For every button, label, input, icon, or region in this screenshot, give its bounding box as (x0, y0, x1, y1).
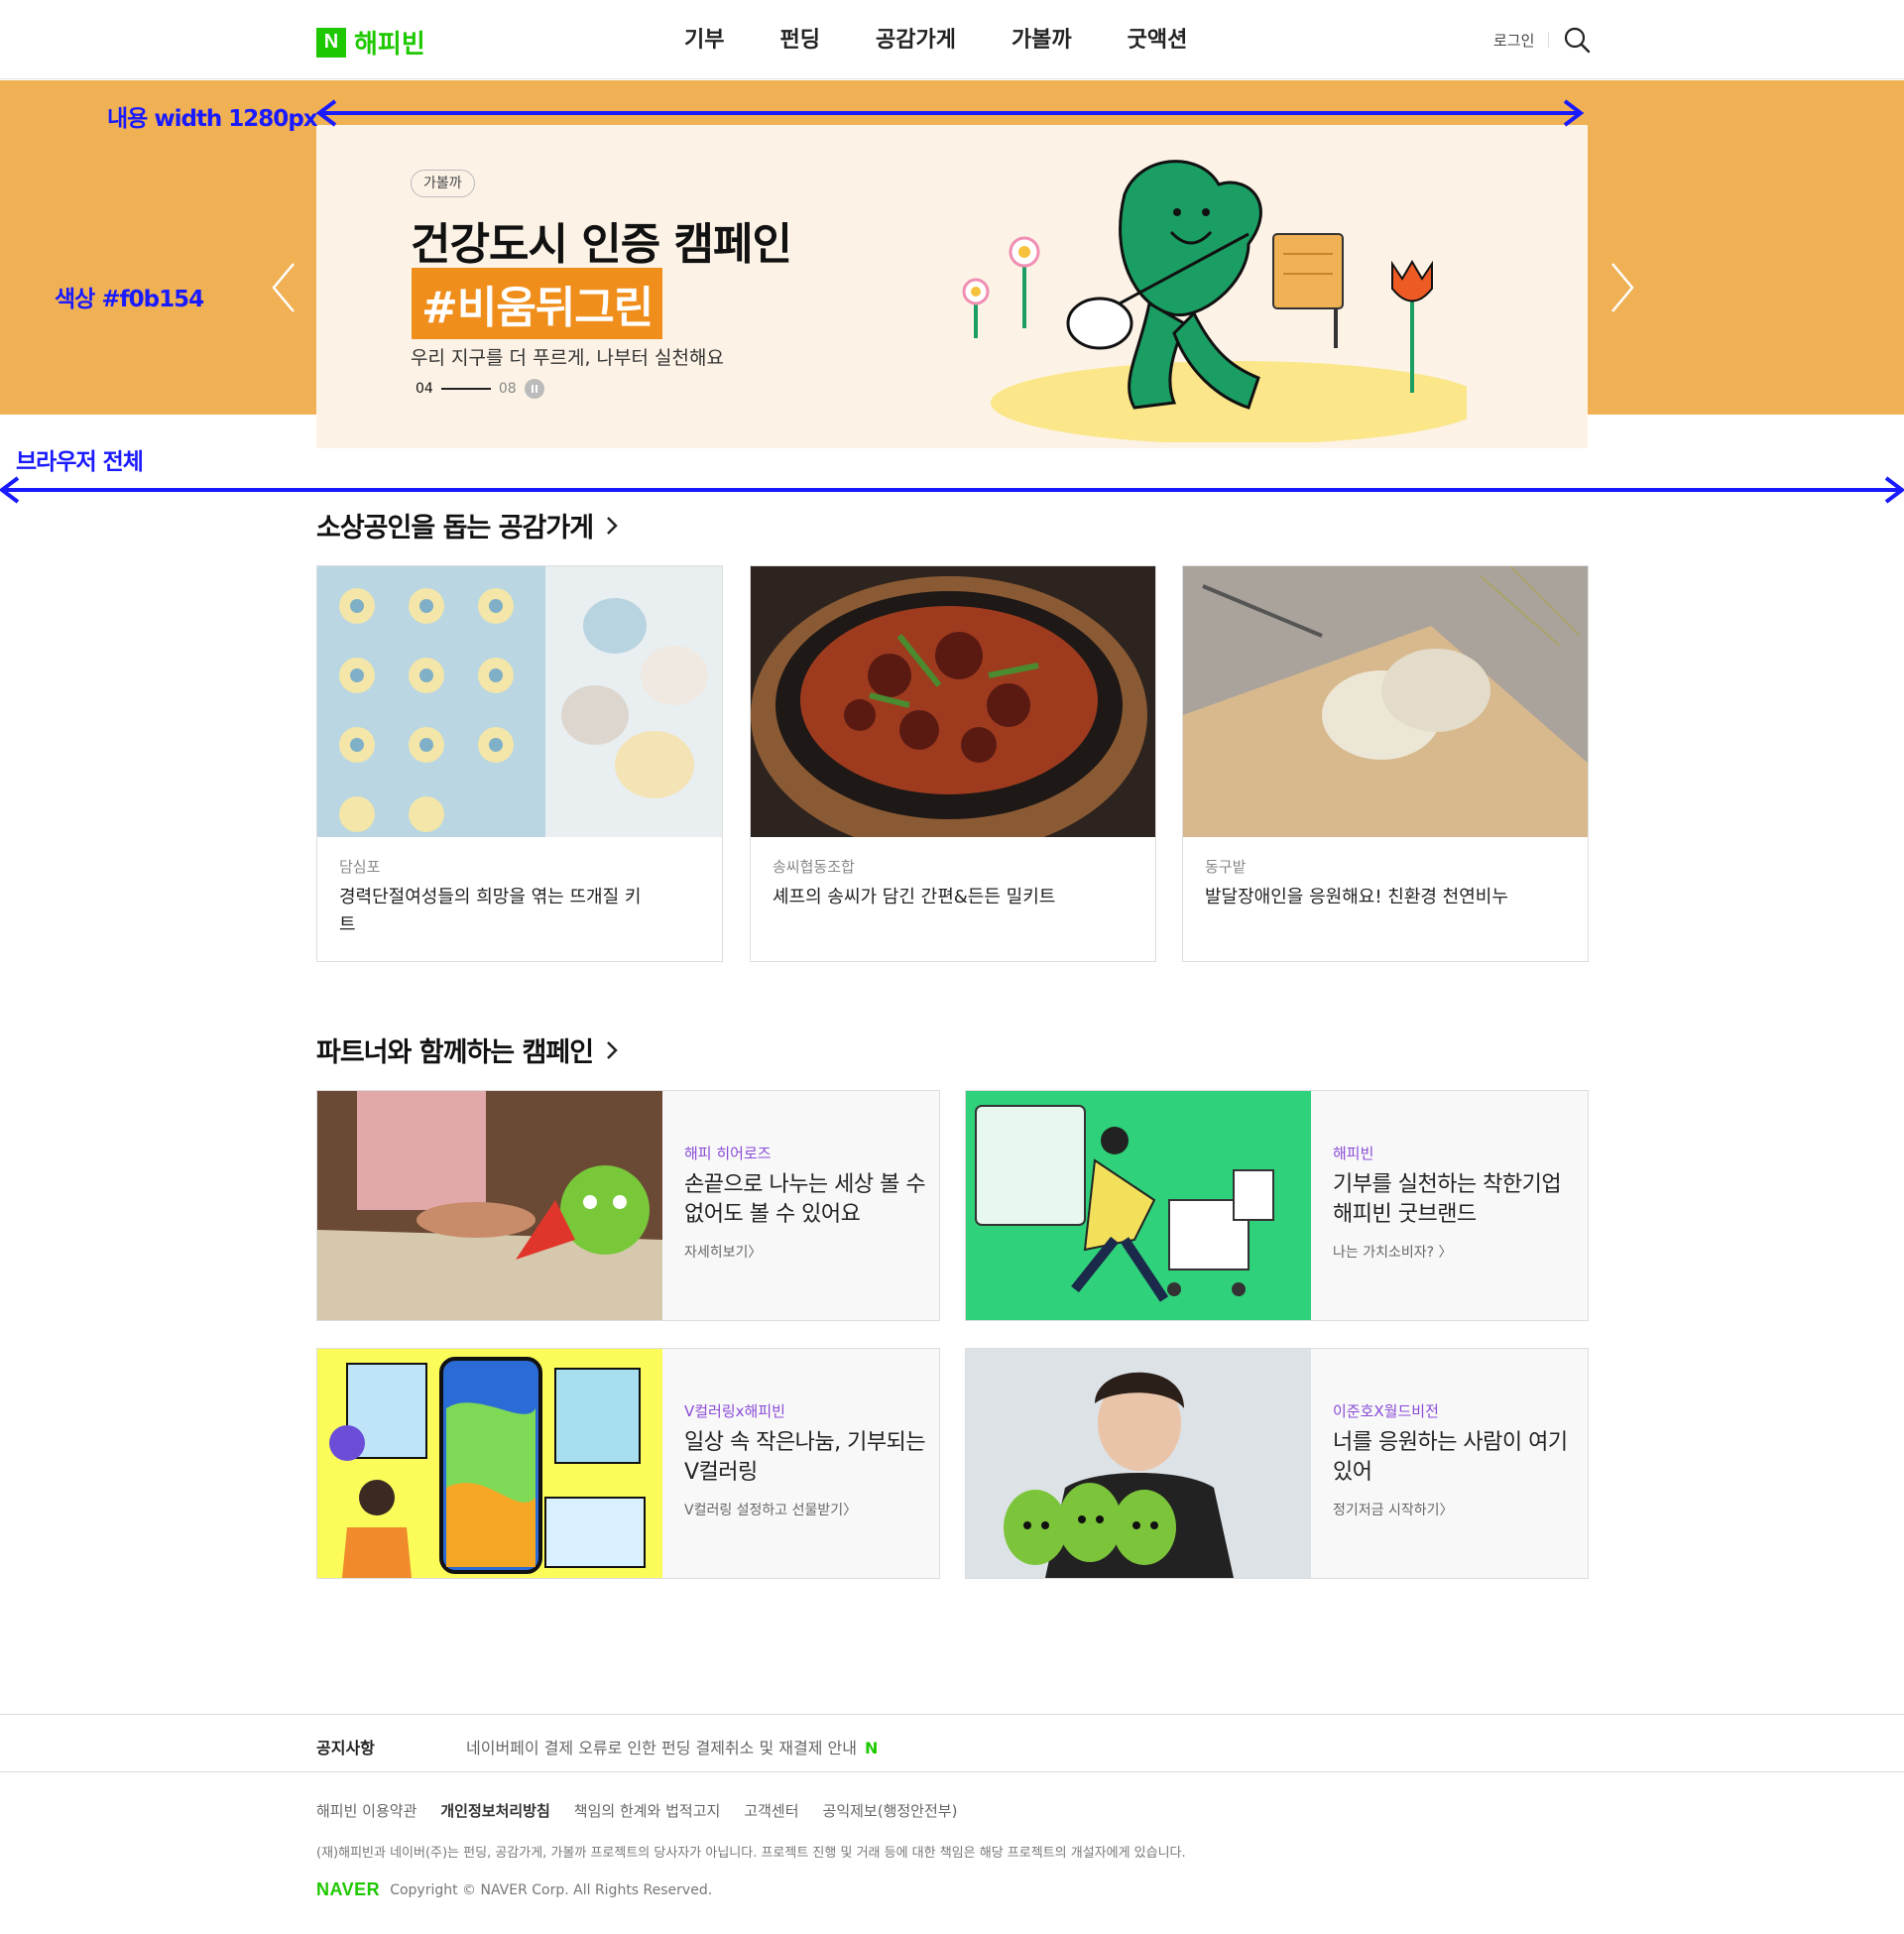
divider (1548, 32, 1550, 48)
new-badge: N (864, 1739, 879, 1757)
footer-links: 해피빈 이용약관 개인정보처리방침 책임의 한계와 법적고지 고객센터 공익제보… (316, 1800, 981, 1821)
store-card[interactable]: 동구밭 발달장애인을 응원해요! 친환경 천연비누 (1182, 565, 1589, 962)
store-section-title-text: 소상공인을 돕는 공감가게 (316, 513, 594, 544)
partner-link[interactable]: 나는 가치소비자? 〉 (1333, 1242, 1453, 1262)
annotation-color: 색상 #f0b154 (55, 287, 204, 312)
main-nav: 기부 펀딩 공감가게 가볼까 굿액션 (684, 22, 1243, 54)
notice-bar: 공지사항 네이버페이 결제 오류로 인한 펀딩 결제취소 및 재결제 안내 N (0, 1714, 1904, 1772)
knitting-kit-image (317, 566, 722, 837)
partner-card[interactable]: 해피빈 기부를 실천하는 착한기업 해피빈 굿브랜드 나는 가치소비자? 〉 (965, 1090, 1589, 1321)
partner-card[interactable]: 이준호X월드비전 너를 응원하는 사람이 여기 있어 정기저금 시작하기〉 (965, 1348, 1589, 1579)
pause-icon (531, 385, 537, 393)
footer-link-report[interactable]: 공익제보(행정안전부) (823, 1800, 958, 1821)
partner-card[interactable]: V컬러링x해피빈 일상 속 작은나눔, 기부되는 V컬러링 V컬러링 설정하고 … (316, 1348, 940, 1579)
footer-link-privacy[interactable]: 개인정보처리방침 (440, 1800, 549, 1821)
hero-subtitle: 우리 지구를 더 푸르게, 나부터 실천해요 (411, 347, 724, 369)
partner-category: 이준호X월드비전 (1333, 1402, 1439, 1420)
hero-slide[interactable]: 가볼까 건강도시 인증 캠페인 #비움뒤그린 우리 지구를 더 푸르게, 나부터… (316, 125, 1588, 448)
nav-goodaction[interactable]: 굿액션 (1128, 22, 1188, 54)
footer-copyright: NAVER Copyright © NAVER Corp. All Rights… (316, 1879, 712, 1900)
partner-section-title-text: 파트너와 함께하는 캠페인 (316, 1037, 594, 1068)
footer-link-support[interactable]: 고객센터 (744, 1800, 798, 1821)
partner-category: 해피빈 (1333, 1145, 1374, 1162)
hero-character-illustration (962, 160, 1467, 442)
partner-card[interactable]: 해피 히어로즈 손끝으로 나누는 세상 볼 수 없어도 볼 수 있어요 자세히보… (316, 1090, 940, 1321)
worldvision-campaign-image (966, 1349, 1311, 1578)
partner-title: 기부를 실천하는 착한기업 해피빈 굿브랜드 (1333, 1172, 1562, 1227)
partner-category: V컬러링x해피빈 (684, 1402, 785, 1420)
nav-visit[interactable]: 가볼까 (1012, 22, 1072, 54)
pager-progress (440, 388, 491, 390)
hero-tag: 가볼까 (411, 170, 475, 197)
partner-title: 손끝으로 나누는 세상 볼 수 없어도 볼 수 있어요 (684, 1172, 926, 1227)
nav-store[interactable]: 공감가게 (876, 22, 956, 54)
store-description: 발달장애인을 응원해요! 친환경 천연비누 (1205, 887, 1508, 907)
annotation-browser-full: 브라우저 전체 (16, 449, 144, 475)
search-icon[interactable] (1563, 26, 1591, 54)
partner-section-title[interactable]: 파트너와 함께하는 캠페인 (316, 1030, 619, 1069)
store-name: 동구밭 (1205, 858, 1247, 876)
prev-arrow-icon[interactable] (268, 260, 299, 315)
pause-button[interactable] (524, 379, 544, 399)
chevron-right-icon (607, 1040, 618, 1059)
logo-text: 해피빈 (354, 30, 425, 60)
partner-title: 일상 속 작은나눔, 기부되는 V컬러링 (684, 1430, 926, 1485)
pager-total: 08 (498, 381, 517, 397)
naver-logo[interactable]: NAVER (316, 1879, 380, 1900)
notice-text: 네이버페이 결제 오류로 인한 펀딩 결제취소 및 재결제 안내 (466, 1739, 857, 1757)
natural-soap-image (1183, 566, 1588, 837)
nav-funding[interactable]: 펀딩 (779, 22, 819, 54)
next-arrow-icon[interactable] (1606, 260, 1638, 315)
partner-link[interactable]: V컬러링 설정하고 선물받기〉 (684, 1500, 857, 1519)
braille-reading-image (317, 1091, 662, 1320)
naver-n-icon: N (316, 27, 346, 58)
footer-disclaimer: (재)해피빈과 네이버(주)는 펀딩, 공감가게, 가볼까 프로젝트의 당사자가… (316, 1846, 1186, 1861)
pager-current: 04 (416, 381, 433, 397)
partner-link[interactable]: 정기저금 시작하기〉 (1333, 1500, 1454, 1519)
store-name: 송씨협동조합 (773, 858, 855, 876)
hero-title: 건강도시 인증 캠페인 (411, 219, 792, 270)
store-description: 셰프의 송씨가 담긴 간편&든든 밀키트 (773, 887, 1056, 907)
store-card[interactable]: 담심포 경력단절여성들의 희망을 엮는 뜨개질 키트 (316, 565, 723, 962)
store-section-title[interactable]: 소상공인을 돕는 공감가게 (316, 506, 619, 544)
nav-donation[interactable]: 기부 (684, 22, 724, 54)
notice-link[interactable]: 네이버페이 결제 오류로 인한 펀딩 결제취소 및 재결제 안내 N (466, 1735, 878, 1758)
vcoloring-illustration (317, 1349, 662, 1578)
footer-link-terms[interactable]: 해피빈 이용약관 (316, 1800, 416, 1821)
slide-pager: 04 08 (416, 379, 544, 399)
happybean-logo[interactable]: N 해피빈 (316, 24, 425, 60)
store-card[interactable]: 송씨협동조합 셰프의 송씨가 담긴 간편&든든 밀키트 (750, 565, 1156, 962)
notice-label: 공지사항 (316, 1739, 375, 1757)
partner-category: 해피 히어로즈 (684, 1145, 772, 1162)
mealkit-image (751, 566, 1155, 837)
goodbrand-illustration (966, 1091, 1311, 1320)
partner-link[interactable]: 자세히보기〉 (684, 1242, 762, 1262)
footer-link-legal[interactable]: 책임의 한계와 법적고지 (574, 1800, 721, 1821)
header: N 해피빈 기부 펀딩 공감가게 가볼까 굿액션 로그인 (0, 0, 1904, 79)
header-utility: 로그인 (1493, 26, 1591, 54)
login-link[interactable]: 로그인 (1493, 30, 1534, 51)
annotation-content-width: 내용 width 1280px (107, 106, 318, 132)
copyright-text: Copyright © NAVER Corp. All Rights Reser… (390, 1881, 713, 1898)
hero-hashtag: #비움뒤그린 (412, 268, 663, 339)
partner-title: 너를 응원하는 사람이 여기 있어 (1333, 1430, 1568, 1485)
chevron-right-icon (607, 516, 618, 535)
store-name: 담심포 (339, 858, 381, 876)
store-description: 경력단절여성들의 희망을 엮는 뜨개질 키트 (339, 887, 642, 935)
